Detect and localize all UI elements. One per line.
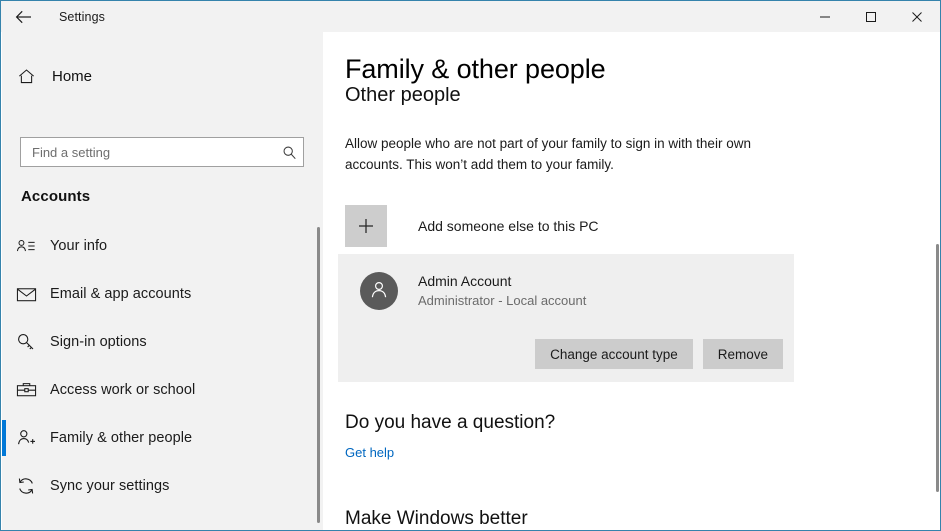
person-add-icon [2, 428, 50, 448]
account-actions: Change account type Remove [535, 339, 783, 369]
sidebar: Home Accounts [2, 32, 323, 530]
home-label: Home [52, 67, 93, 85]
sidebar-item-home[interactable]: Home [2, 58, 323, 94]
section-description: Allow people who are not part of your fa… [345, 136, 751, 172]
minimize-button[interactable] [802, 1, 848, 32]
title-bar-left: Settings [1, 1, 105, 32]
sidebar-item-label: Sync your settings [50, 478, 170, 494]
back-arrow-icon [15, 9, 33, 25]
envelope-icon [2, 286, 50, 303]
section-subtitle: Other people [345, 84, 461, 106]
key-icon [2, 332, 50, 352]
home-icon [2, 67, 50, 86]
minimize-icon [819, 11, 831, 23]
person-icon [368, 278, 390, 305]
main-content: Other people Family & other people Allow… [323, 32, 940, 530]
sync-icon [2, 476, 50, 496]
sidebar-nav-list: Your info Email & app accounts Sign-in o… [2, 222, 323, 510]
selection-indicator [2, 276, 6, 312]
sidebar-item-label: Family & other people [50, 430, 193, 446]
change-account-type-button[interactable]: Change account type [535, 339, 693, 369]
close-button[interactable] [894, 1, 940, 32]
page-title: Family & other people [345, 54, 606, 87]
avatar [360, 272, 398, 310]
remove-account-button[interactable]: Remove [702, 339, 783, 369]
settings-window: Settings Home Find a setting Accounts Yo… [0, 0, 941, 531]
sidebar-item-access-work-or-school[interactable]: Access work or school [2, 366, 323, 414]
plus-icon [345, 205, 387, 247]
selection-indicator [2, 468, 6, 504]
account-name: Admin Account [418, 273, 512, 289]
sidebar-item-label: Sign-in options [50, 334, 147, 350]
selection-indicator [2, 420, 6, 456]
sidebar-item-label: Email & app accounts [50, 286, 192, 302]
account-card[interactable]: Admin Account Administrator - Local acco… [338, 254, 794, 382]
sidebar-item-email-app-accounts[interactable]: Email & app accounts [2, 270, 323, 318]
title-bar: Settings [1, 1, 940, 32]
sidebar-scrollbar-thumb[interactable] [317, 227, 320, 523]
sidebar-item-label: Access work or school [50, 382, 196, 398]
window-controls [802, 1, 940, 32]
sidebar-item-sync-your-settings[interactable]: Sync your settings [2, 462, 323, 510]
add-someone-row[interactable]: Add someone else to this PC [345, 205, 599, 247]
sidebar-section-title: Accounts [21, 188, 91, 205]
get-help-link[interactable]: Get help [345, 445, 394, 460]
sidebar-item-label: Your info [50, 238, 108, 254]
briefcase-icon [2, 381, 50, 399]
search-box[interactable] [20, 137, 304, 167]
app-title: Settings [59, 9, 105, 24]
search-icon[interactable] [275, 145, 303, 160]
maximize-icon [865, 11, 877, 23]
add-someone-label: Add someone else to this PC [418, 218, 599, 234]
sidebar-item-sign-in-options[interactable]: Sign-in options [2, 318, 323, 366]
content-scrollbar-thumb[interactable] [936, 244, 939, 492]
selection-indicator [2, 324, 6, 360]
account-detail: Administrator - Local account [418, 293, 587, 308]
selection-indicator [2, 228, 6, 264]
person-card-icon [2, 237, 50, 255]
selection-indicator [2, 372, 6, 408]
question-heading: Do you have a question? [345, 412, 556, 433]
maximize-button[interactable] [848, 1, 894, 32]
account-header: Admin Account Administrator - Local acco… [360, 272, 586, 310]
search-input[interactable] [30, 138, 275, 166]
make-windows-better-heading: Make Windows better [345, 508, 528, 529]
close-icon [911, 11, 923, 23]
sidebar-item-your-info[interactable]: Your info [2, 222, 323, 270]
account-meta: Admin Account Administrator - Local acco… [418, 272, 586, 310]
back-button[interactable] [1, 1, 47, 32]
sidebar-item-family-other-people[interactable]: Family & other people [2, 414, 323, 462]
